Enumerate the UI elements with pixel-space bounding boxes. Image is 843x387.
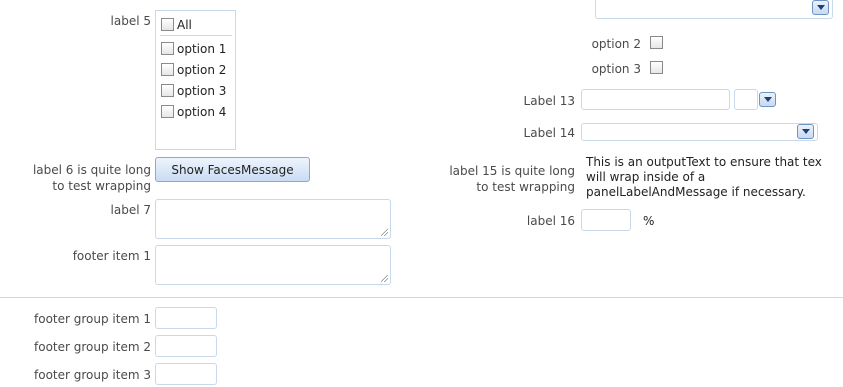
footer-group-item-3-input[interactable]: [155, 363, 217, 385]
footer-item-1-textarea[interactable]: [155, 245, 391, 285]
percent-sign: %: [643, 214, 655, 228]
resize-grip-icon[interactable]: [381, 275, 388, 282]
option-3-right-label: option 3: [591, 62, 641, 76]
label-6-line2: to test wrapping: [52, 179, 151, 193]
select-all-label: All: [177, 18, 192, 32]
option-3-right-checkbox[interactable]: [650, 61, 663, 74]
label-16: label 16: [526, 214, 575, 228]
option-3-checkbox[interactable]: [161, 84, 174, 97]
footer-group-item-2-input[interactable]: [155, 335, 217, 357]
option-2-right-label: option 2: [591, 37, 641, 51]
chevron-down-icon[interactable]: [759, 92, 776, 107]
show-faces-message-button[interactable]: Show FacesMessage: [155, 157, 310, 182]
footer-group-item-1-input[interactable]: [155, 307, 217, 329]
footer-group-item-2-label: footer group item 2: [34, 340, 151, 354]
label-14-select[interactable]: [581, 123, 818, 141]
footer-group-item-3-label: footer group item 3: [34, 368, 151, 382]
select-all-row[interactable]: All: [160, 15, 232, 36]
footer-group-item-1-label: footer group item 1: [34, 312, 151, 326]
label-7: label 7: [110, 203, 151, 217]
option-4-checkbox[interactable]: [161, 105, 174, 118]
option-2-checkbox[interactable]: [161, 63, 174, 76]
resize-grip-icon[interactable]: [381, 229, 388, 236]
option-1-label: option 1: [177, 42, 227, 56]
label-13-input[interactable]: [581, 89, 730, 110]
chevron-down-icon[interactable]: [797, 124, 814, 139]
option-4-label: option 4: [177, 105, 227, 119]
option-1-checkbox[interactable]: [161, 42, 174, 55]
footer-item-1-label: footer item 1: [72, 249, 151, 263]
option-2-right-checkbox[interactable]: [650, 36, 663, 49]
label-13-small-input[interactable]: [734, 89, 758, 110]
label-6-line1: label 6 is quite long: [32, 163, 151, 177]
label-14: Label 14: [523, 126, 575, 140]
label-5: label 5: [110, 14, 151, 28]
option-2-label: option 2: [177, 63, 227, 77]
output-text: This is an outputText to ensure that tex…: [586, 155, 822, 199]
label-16-input[interactable]: [581, 209, 631, 231]
label-7-textarea[interactable]: [155, 199, 391, 239]
label-15-line2: to test wrapping: [476, 180, 575, 194]
select-many-listbox: All option 1 option 2 option 3 option 4: [155, 10, 236, 150]
label-15-line1: label 15 is quite long: [449, 164, 575, 178]
footer-divider: [0, 297, 843, 298]
chevron-down-icon[interactable]: [812, 0, 829, 15]
option-3-label: option 3: [177, 84, 227, 98]
top-dropdown[interactable]: [595, 0, 833, 19]
select-all-checkbox[interactable]: [161, 18, 174, 31]
label-13: Label 13: [523, 94, 575, 108]
